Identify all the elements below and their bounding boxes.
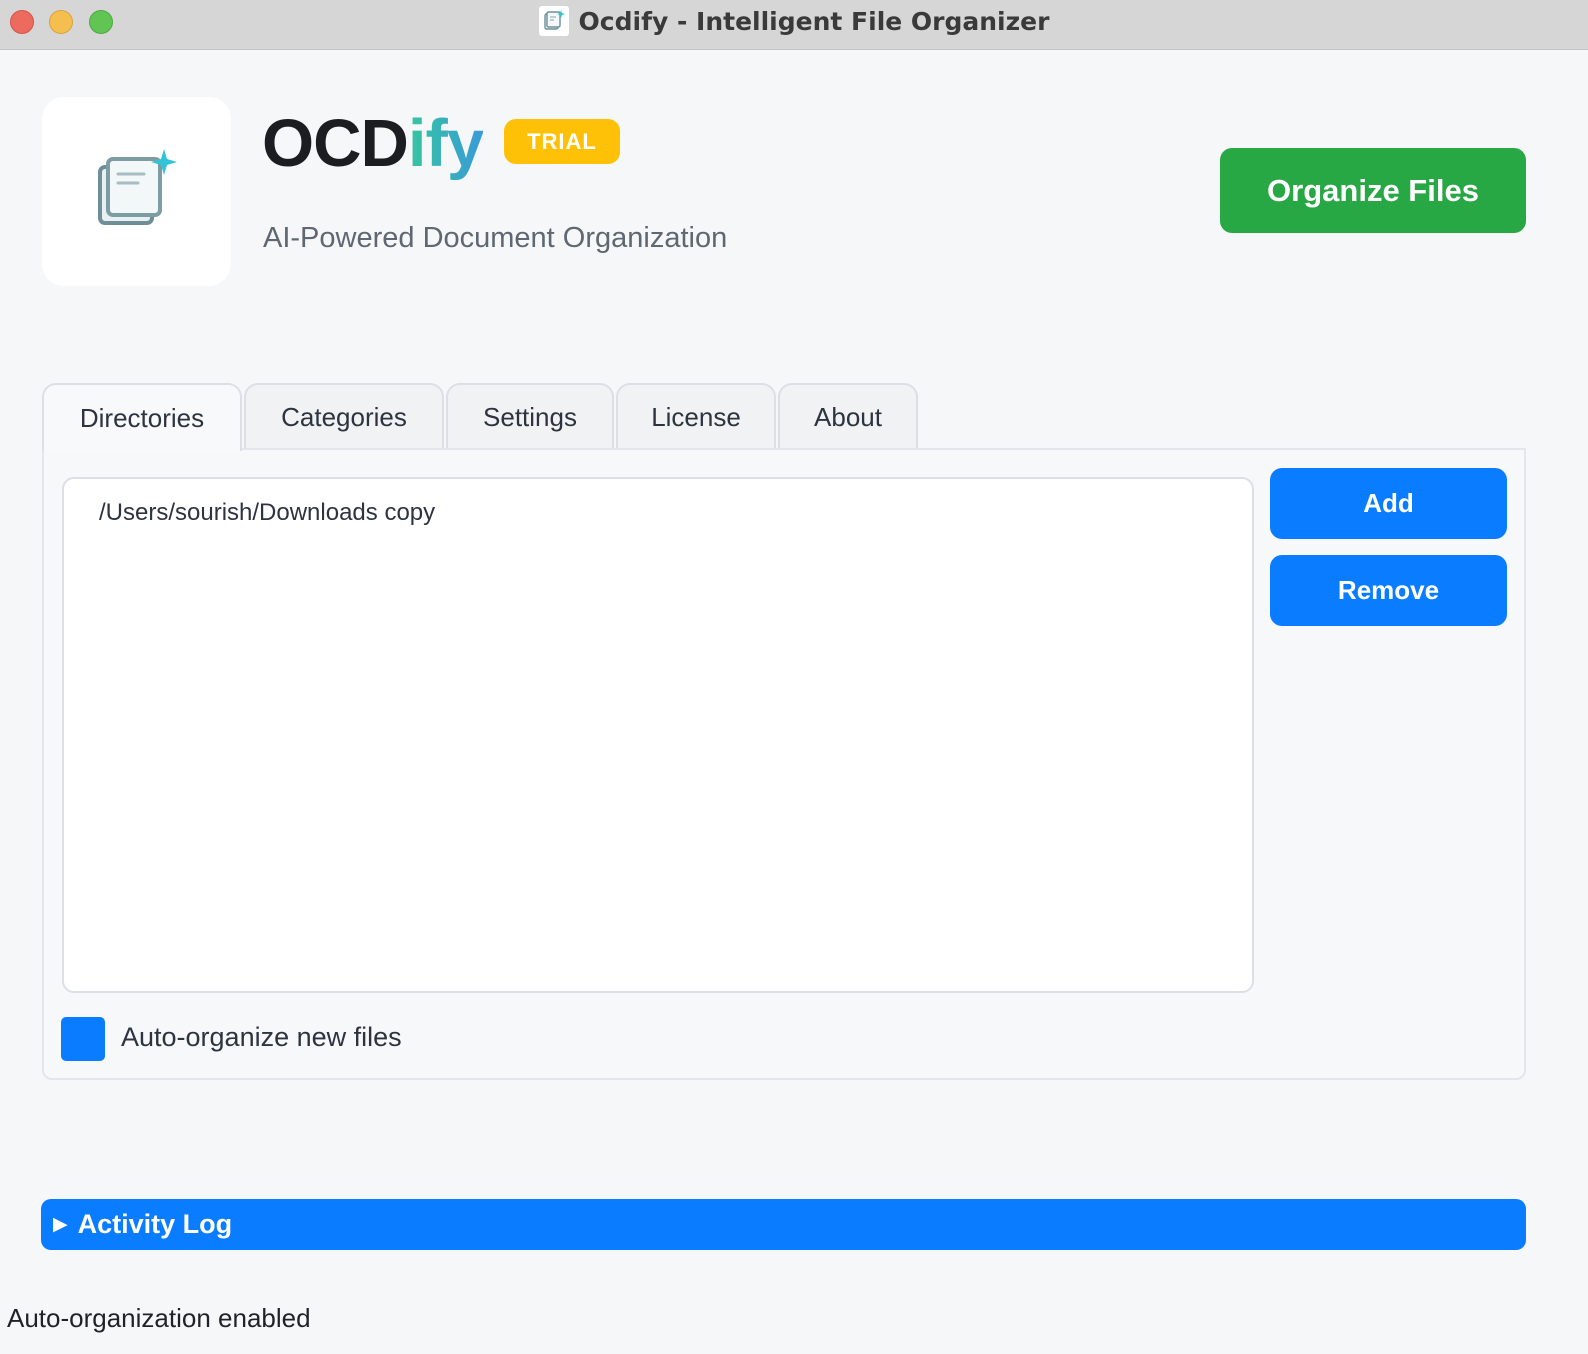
list-item[interactable]: /Users/sourish/Downloads copy bbox=[99, 499, 435, 527]
trial-badge: TRIAL bbox=[504, 119, 620, 164]
directory-list[interactable]: /Users/sourish/Downloads copy bbox=[62, 477, 1254, 993]
auto-organize-label[interactable]: Auto-organize new files bbox=[121, 1022, 402, 1053]
activity-log-toggle[interactable]: ▶ Activity Log bbox=[41, 1199, 1526, 1250]
window-title: Ocdify - Intelligent File Organizer bbox=[578, 6, 1050, 36]
status-message: Auto-organization enabled bbox=[7, 1303, 311, 1333]
title-bar: Ocdify - Intelligent File Organizer bbox=[0, 0, 1588, 50]
window-title-group: Ocdify - Intelligent File Organizer bbox=[0, 0, 1588, 42]
document-sparkle-icon bbox=[538, 6, 569, 36]
organize-files-button[interactable]: Organize Files bbox=[1220, 148, 1526, 233]
document-sparkle-icon bbox=[94, 149, 180, 234]
tab-about[interactable]: About bbox=[778, 383, 918, 449]
brand-name-part1: OCD bbox=[262, 106, 409, 181]
triangle-right-icon: ▶ bbox=[53, 1214, 68, 1235]
app-subtitle: AI-Powered Document Organization bbox=[263, 222, 728, 254]
brand-name: OCDify bbox=[262, 104, 484, 184]
add-directory-button[interactable]: Add bbox=[1270, 468, 1507, 539]
tab-license[interactable]: License bbox=[616, 383, 776, 449]
auto-organize-checkbox[interactable] bbox=[61, 1017, 105, 1061]
brand-name-part2: ify bbox=[407, 106, 484, 181]
tab-settings[interactable]: Settings bbox=[446, 383, 614, 449]
app-logo bbox=[42, 97, 231, 286]
activity-log-label: Activity Log bbox=[77, 1209, 233, 1239]
tab-categories[interactable]: Categories bbox=[244, 383, 444, 449]
tab-directories[interactable]: Directories bbox=[42, 383, 242, 451]
remove-directory-button[interactable]: Remove bbox=[1270, 555, 1507, 626]
